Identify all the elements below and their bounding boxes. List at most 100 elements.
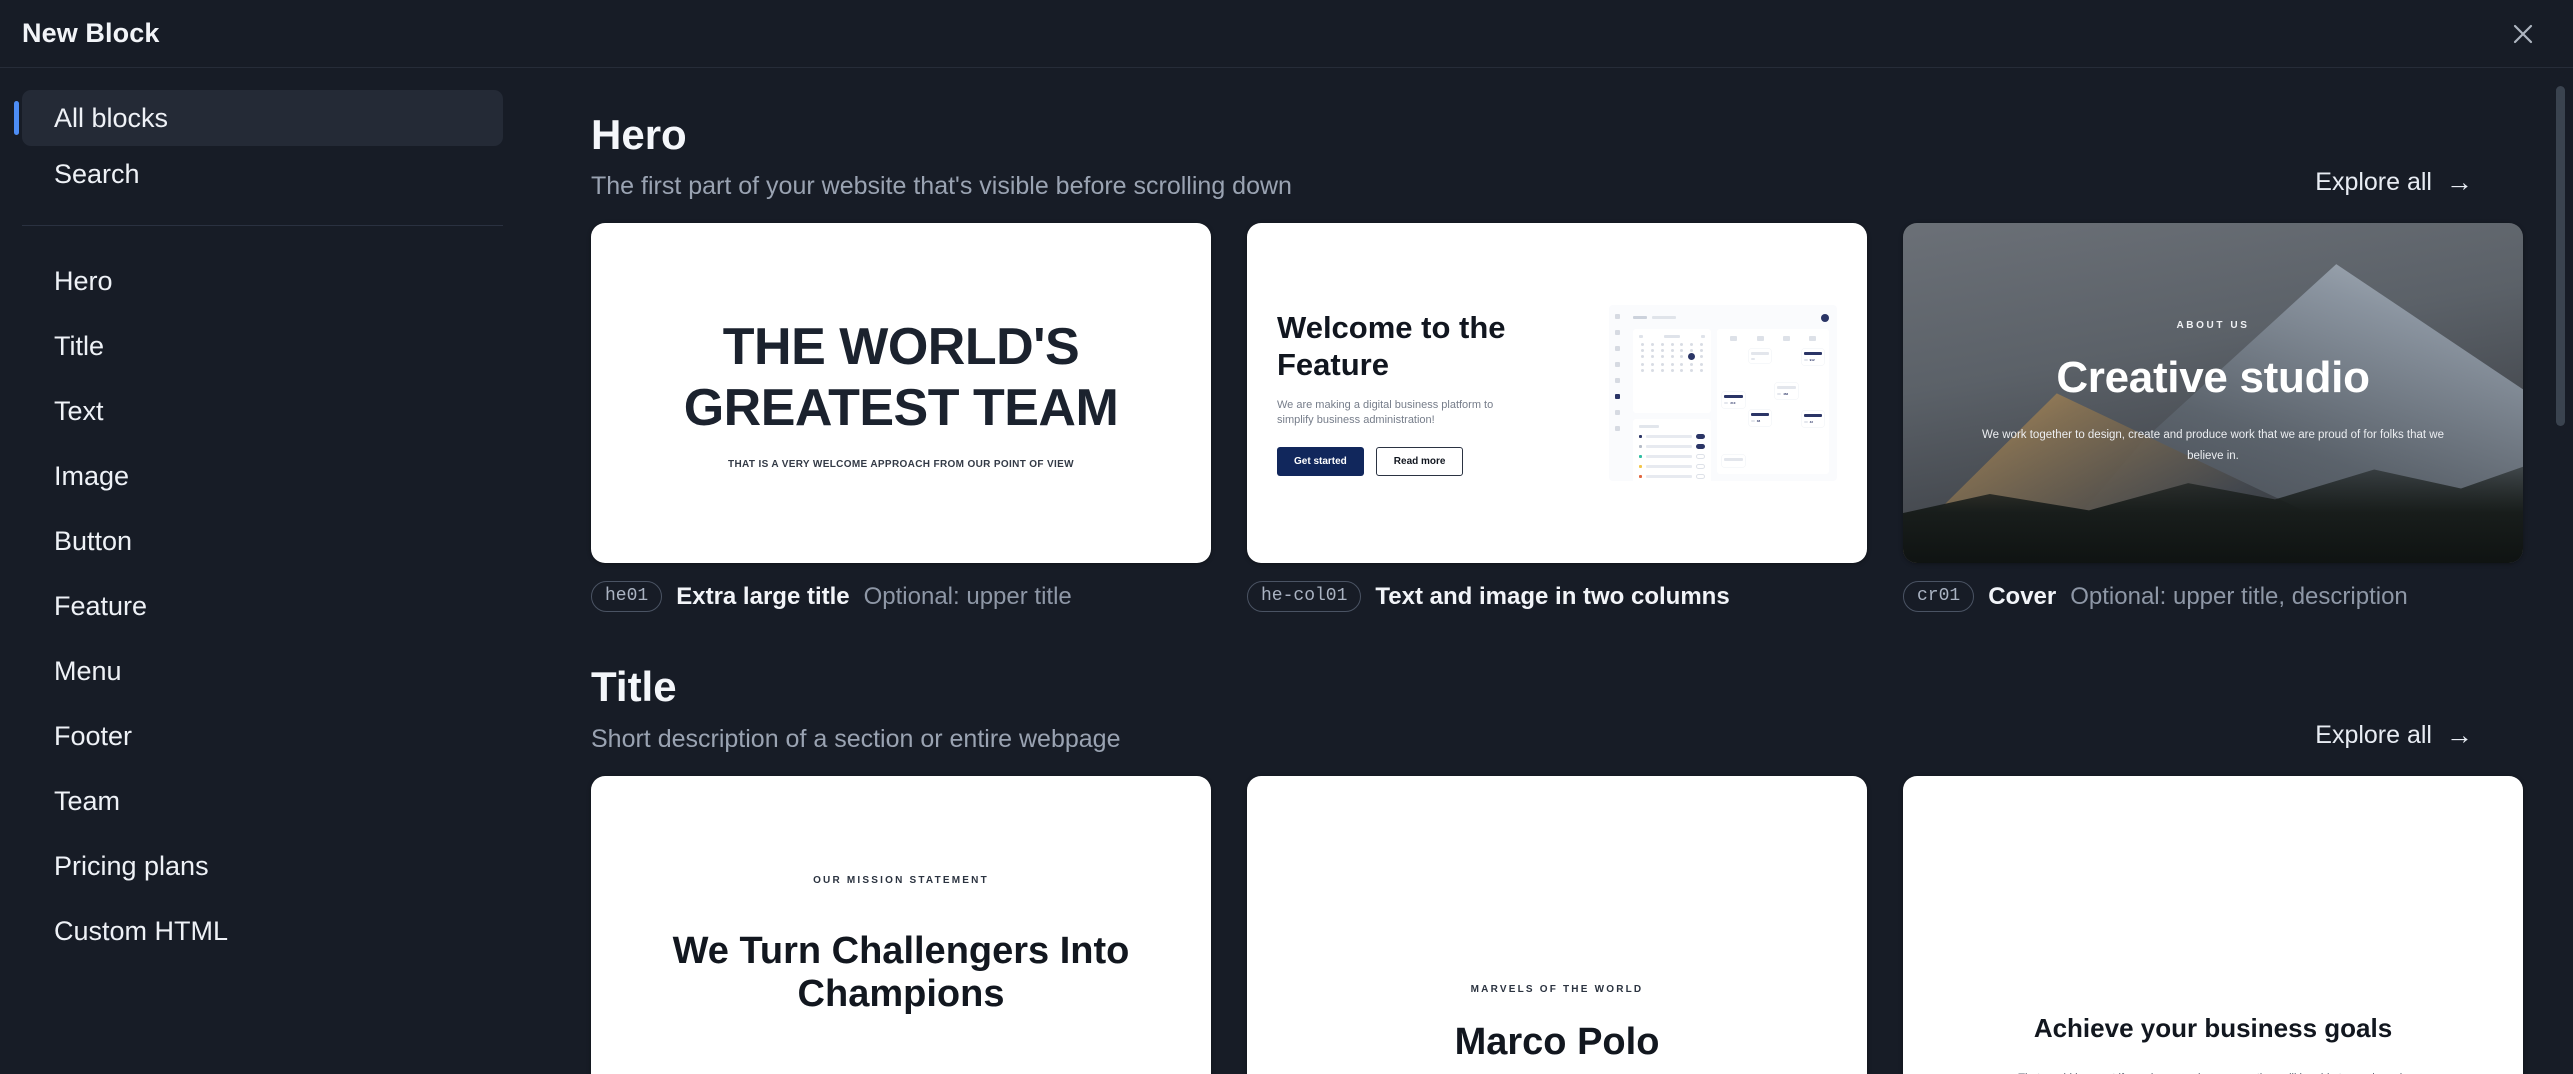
kanban-card: 210 — [1722, 391, 1745, 408]
block-card-marco-polo[interactable]: MARVELS OF THE WORLD Marco Polo — [1247, 775, 1867, 1074]
block-preview-thumbnail[interactable]: THE WORLD'S GREATEST TEAM THAT IS A VERY… — [591, 223, 1211, 564]
dialog-header: New Block — [0, 0, 2573, 68]
status-dot-icon — [1639, 445, 1642, 449]
card-title: Extra large title — [676, 582, 850, 610]
sidebar-item-search[interactable]: Search — [22, 146, 503, 202]
sidebar-item-menu[interactable]: Menu — [22, 639, 503, 704]
close-icon[interactable] — [2501, 12, 2545, 56]
preview-heading: THE WORLD'S GREATEST TEAM — [683, 318, 1119, 437]
rail-dot-icon — [1614, 394, 1620, 400]
block-preview-thumbnail[interactable]: MARVELS OF THE WORLD Marco Polo — [1247, 775, 1867, 1074]
sidebar-item-all-blocks[interactable]: All blocks — [14, 90, 503, 146]
block-preview-thumbnail[interactable]: Welcome to the Feature We are making a d… — [1247, 223, 1867, 564]
sidebar-item-label: Button — [54, 526, 133, 556]
sidebar-item-custom-html[interactable]: Custom HTML — [22, 899, 503, 964]
calendar-day — [1651, 363, 1655, 367]
mockup-sidebar-rail — [1609, 305, 1625, 482]
sidebar: All blocks Search Hero Title Text Image … — [0, 68, 533, 1074]
block-card-he-col01[interactable]: Welcome to the Feature We are making a d… — [1247, 223, 1867, 613]
kanban-card — [1722, 455, 1745, 468]
explore-all-title-link[interactable]: Explore all → — [2315, 721, 2473, 754]
preview-upper-title: MARVELS OF THE WORLD — [1470, 983, 1644, 995]
scrollbar-thumb[interactable] — [2556, 86, 2565, 426]
status-badge: he01 — [591, 581, 663, 613]
block-card-he01[interactable]: THE WORLD'S GREATEST TEAM THAT IS A VERY… — [591, 223, 1211, 613]
kanban-column: 912 43 — [1801, 336, 1825, 467]
sidebar-item-feature[interactable]: Feature — [22, 574, 503, 639]
calendar-day — [1699, 369, 1703, 373]
status-dot-icon — [1639, 455, 1642, 459]
sidebar-item-label: Image — [54, 461, 130, 491]
vertical-scrollbar[interactable] — [2556, 78, 2565, 1064]
preview-heading: Creative studio — [2056, 352, 2370, 402]
preview-read-more-button: Read more — [1375, 447, 1464, 477]
list-item — [1639, 474, 1706, 480]
block-preview-thumbnail[interactable]: Achieve your business goals That would b… — [1903, 775, 2523, 1074]
card-grid: THE WORLD'S GREATEST TEAM THAT IS A VERY… — [591, 223, 2523, 613]
calendar-day — [1690, 363, 1694, 367]
card-optional-note: Optional: upper title, description — [2070, 582, 2408, 610]
rail-dot-icon — [1614, 378, 1620, 384]
calendar-day — [1690, 349, 1694, 353]
rail-dot-icon — [1614, 410, 1620, 416]
sidebar-item-footer[interactable]: Footer — [22, 704, 503, 769]
kanban-card: 38 — [1748, 409, 1772, 426]
sidebar-item-pricing-plans[interactable]: Pricing plans — [22, 834, 503, 899]
block-preview-thumbnail[interactable]: OUR MISSION STATEMENT We Turn Challenger… — [591, 775, 1211, 1074]
sidebar-item-label: Hero — [54, 266, 113, 296]
block-card-mission[interactable]: OUR MISSION STATEMENT We Turn Challenger… — [591, 775, 1211, 1074]
dialog-body: All blocks Search Hero Title Text Image … — [0, 68, 2573, 1074]
toggle-icon — [1696, 444, 1706, 450]
sidebar-item-team[interactable]: Team — [22, 769, 503, 834]
calendar-day — [1680, 369, 1684, 373]
sidebar-item-text[interactable]: Text — [22, 379, 503, 444]
preview-paragraph: We are making a digital business platfor… — [1277, 398, 1494, 427]
chevron-left-icon — [1639, 335, 1643, 339]
avatar — [1821, 313, 1829, 322]
card-caption: he-col01 Text and image in two columns — [1247, 581, 1867, 613]
status-dot-icon — [1639, 465, 1642, 469]
chevron-right-icon — [1701, 335, 1706, 339]
block-preview-thumbnail[interactable]: ABOUT US Creative studio We work togethe… — [1903, 223, 2523, 564]
kanban-column-header — [1756, 336, 1764, 342]
section-title: Hero — [591, 111, 687, 158]
section-title: Title — [591, 663, 677, 711]
section-header: Hero The first part of your website that… — [591, 112, 2515, 201]
calendar-day — [1690, 369, 1694, 373]
rail-dot-icon — [1614, 362, 1620, 368]
mockup-left-column — [1633, 329, 1712, 482]
sidebar-item-button[interactable]: Button — [22, 509, 503, 574]
block-card-business-goals[interactable]: Achieve your business goals That would b… — [1903, 775, 2523, 1074]
arrow-right-icon: → — [2446, 719, 2473, 750]
sidebar-item-label: Team — [54, 786, 121, 816]
block-card-cr01[interactable]: ABOUT US Creative studio We work togethe… — [1903, 223, 2523, 613]
calendar-day — [1680, 355, 1684, 359]
rail-dot-icon — [1614, 314, 1620, 320]
rail-dot-icon — [1614, 426, 1620, 432]
new-block-dialog: New Block All blocks Search Hero Title T… — [0, 0, 2573, 1074]
sidebar-item-hero[interactable]: Hero — [22, 249, 503, 314]
rail-dot-icon — [1614, 346, 1620, 352]
mockup-label-bar — [1633, 316, 1647, 320]
explore-all-hero-link[interactable]: Explore all → — [2315, 168, 2473, 201]
preview-text-overlay: ABOUT US Creative studio We work togethe… — [1903, 320, 2523, 468]
preview-subheading: THAT IS A VERY WELCOME APPROACH FROM OUR… — [728, 458, 1074, 470]
list-header-bar — [1639, 425, 1659, 429]
kanban-column-header — [1809, 336, 1817, 342]
explore-all-label: Explore all — [2315, 720, 2432, 749]
sidebar-primary-nav: All blocks Search — [0, 90, 533, 202]
sidebar-item-title[interactable]: Title — [22, 314, 503, 379]
calendar-day — [1699, 355, 1703, 359]
sidebar-item-image[interactable]: Image — [22, 444, 503, 509]
section-hero: Hero The first part of your website that… — [533, 112, 2573, 613]
calendar-widget — [1633, 329, 1712, 414]
sidebar-item-label: Text — [54, 396, 104, 426]
preview-buttons: Get started Read more — [1277, 447, 1523, 477]
calendar-day-selected — [1688, 353, 1696, 361]
calendar-day — [1670, 349, 1674, 353]
kanban-column-header — [1730, 336, 1738, 342]
section-title-blocks: Title Short description of a section or … — [533, 664, 2573, 1074]
sidebar-item-label: Custom HTML — [54, 916, 229, 946]
mockup-columns: 210 38 462 912 43 — [1633, 329, 1829, 482]
calendar-day — [1651, 369, 1655, 373]
